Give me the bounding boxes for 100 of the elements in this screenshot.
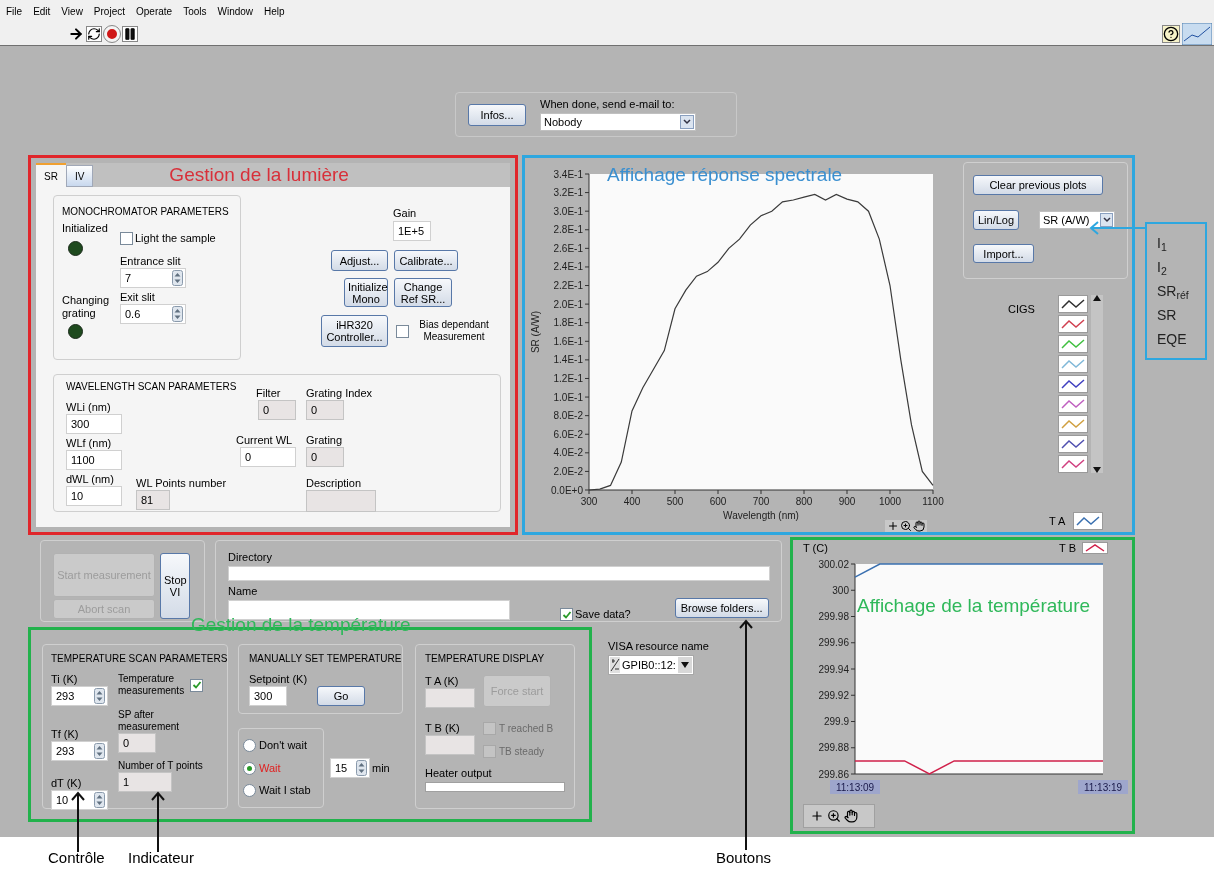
input-field[interactable]: 1100 <box>66 450 122 470</box>
command-button[interactable]: Lin/Log <box>973 210 1019 230</box>
axis-tick-label: 8.0E-2 <box>553 410 583 422</box>
axis-tick-label: 800 <box>795 496 813 507</box>
command-button[interactable]: Adjust... <box>331 250 388 271</box>
input-field[interactable]: 7 <box>120 268 186 288</box>
axis-tick-label: 3.0E-1 <box>553 205 583 217</box>
tab[interactable]: IV <box>65 165 94 187</box>
command-button[interactable]: Clear previous plots <box>973 175 1103 195</box>
field-label: Save data? <box>575 608 631 621</box>
zoom-icon[interactable] <box>827 809 841 823</box>
spin-arrows-icon[interactable] <box>94 743 105 759</box>
menu-item[interactable]: Help <box>264 3 285 19</box>
menu-item[interactable]: Operate <box>136 3 173 19</box>
input-field[interactable]: 300 <box>66 414 122 434</box>
axis-tick-label: 1.2E-1 <box>553 372 583 384</box>
dropdown-field[interactable]: SR (A/W) <box>1039 211 1115 229</box>
field-label: TB steady <box>499 745 545 759</box>
pan-hand-icon[interactable] <box>913 520 925 532</box>
spin-arrows-icon[interactable] <box>172 270 183 286</box>
menu-item[interactable]: View <box>61 3 83 19</box>
command-button[interactable]: Go <box>317 686 365 706</box>
cursor-icon[interactable] <box>810 809 824 823</box>
input-field[interactable] <box>228 599 510 620</box>
tab[interactable]: SR <box>36 163 66 187</box>
axis-tick-label: 900 <box>838 496 856 507</box>
command-button[interactable]: Stop VI <box>160 553 190 619</box>
input-field[interactable]: 293 <box>51 741 108 761</box>
command-button[interactable]: Infos... <box>468 103 526 126</box>
field-label: Grating Index <box>306 387 374 400</box>
radio-button[interactable] <box>243 784 256 797</box>
pause-icon[interactable] <box>122 25 138 42</box>
input-field[interactable]: 1E+5 <box>393 221 431 241</box>
command-button[interactable]: Browse folders... <box>674 597 769 618</box>
field-label: WL Points number <box>136 477 227 490</box>
menu-item[interactable]: Window <box>217 3 254 19</box>
checkbox[interactable] <box>560 608 573 621</box>
help-icon[interactable] <box>1162 24 1180 43</box>
command-button[interactable]: Initialize Mono <box>344 278 388 307</box>
spin-arrows-icon[interactable] <box>94 688 105 704</box>
input-field[interactable]: 300 <box>249 686 287 706</box>
axis-tick-label: 1000 <box>878 496 902 507</box>
checkbox[interactable] <box>120 232 133 245</box>
radio-button[interactable] <box>243 739 256 752</box>
option-label: Wait I stab <box>259 783 311 799</box>
indicator-field <box>425 688 475 708</box>
indicator-field: 0 <box>258 400 296 420</box>
field-label: WLf (nm) <box>66 437 113 450</box>
field-label: Changing grating <box>62 294 111 320</box>
cursor-icon[interactable] <box>887 520 899 532</box>
abort-icon[interactable] <box>104 25 120 42</box>
command-button[interactable]: Change Ref SR... <box>394 278 452 307</box>
input-field[interactable] <box>228 566 770 581</box>
dropdown-field[interactable]: Nobody <box>540 113 696 131</box>
input-field[interactable]: 0.6 <box>120 304 186 324</box>
axis-tick-label: 299.96 <box>818 637 849 649</box>
checkbox[interactable] <box>190 678 203 692</box>
field-label: T B (K) <box>425 722 461 735</box>
scroll-down-icon[interactable] <box>1093 467 1101 473</box>
axis-tick-label: 500 <box>666 496 684 507</box>
field-label: Current WL <box>236 434 293 447</box>
menu-item[interactable]: Project <box>93 3 125 19</box>
quantity-label: I$_{2}$ <box>1157 258 1168 278</box>
input-field[interactable]: 15 <box>330 758 370 778</box>
input-field[interactable]: 10 <box>51 790 108 810</box>
axis-tick-label: 4.0E-2 <box>553 447 583 459</box>
spin-arrows-icon[interactable] <box>172 306 183 322</box>
menu-item[interactable]: File <box>6 3 23 19</box>
zoom-icon[interactable] <box>900 520 912 532</box>
quantity-label: SR$_{réf}$ <box>1157 282 1190 302</box>
scroll-up-icon[interactable] <box>1093 295 1101 301</box>
spin-arrows-icon[interactable] <box>356 760 367 776</box>
field-label: Initialized <box>62 222 109 235</box>
command-button[interactable]: iHR320 Controller... <box>321 315 388 347</box>
annotation-title: Gestion de la lumière <box>169 164 349 186</box>
spin-arrows-icon[interactable] <box>94 792 105 808</box>
menu-item[interactable]: Tools <box>183 3 207 19</box>
field-label: Temperature measurements <box>118 673 186 697</box>
annotation-arrow <box>151 791 165 852</box>
input-field[interactable]: 10 <box>66 486 122 506</box>
axis-tick-label: 2.4E-1 <box>553 261 583 273</box>
group-title: MONOCHROMATOR PARAMETERS <box>62 206 229 218</box>
group-title: WAVELENGTH SCAN PARAMETERS <box>66 381 237 393</box>
menu-item[interactable]: Edit <box>33 3 51 19</box>
input-field[interactable]: 0 <box>240 447 296 467</box>
indicator-field: 0 <box>306 400 344 420</box>
run-continuously-icon[interactable] <box>86 25 102 42</box>
dropdown-field[interactable]: GPIB0::12: <box>608 655 694 675</box>
input-field[interactable]: 293 <box>51 686 108 706</box>
radio-button[interactable] <box>243 761 256 775</box>
pan-hand-icon[interactable] <box>844 809 858 823</box>
axis-tick-label: 11:13:09 <box>830 780 880 794</box>
checkbox[interactable] <box>396 324 409 338</box>
command-button[interactable]: Calibrate... <box>394 250 458 271</box>
command-button[interactable]: Import... <box>973 244 1034 263</box>
run-arrow-icon[interactable] <box>68 25 84 42</box>
axis-tick-label: 299.9 <box>823 716 849 727</box>
quantity-label: I$_{1}$ <box>1157 234 1168 254</box>
annotation-title: Affichage réponse spectrale <box>607 164 843 186</box>
axis-tick-label: 300 <box>832 584 849 596</box>
